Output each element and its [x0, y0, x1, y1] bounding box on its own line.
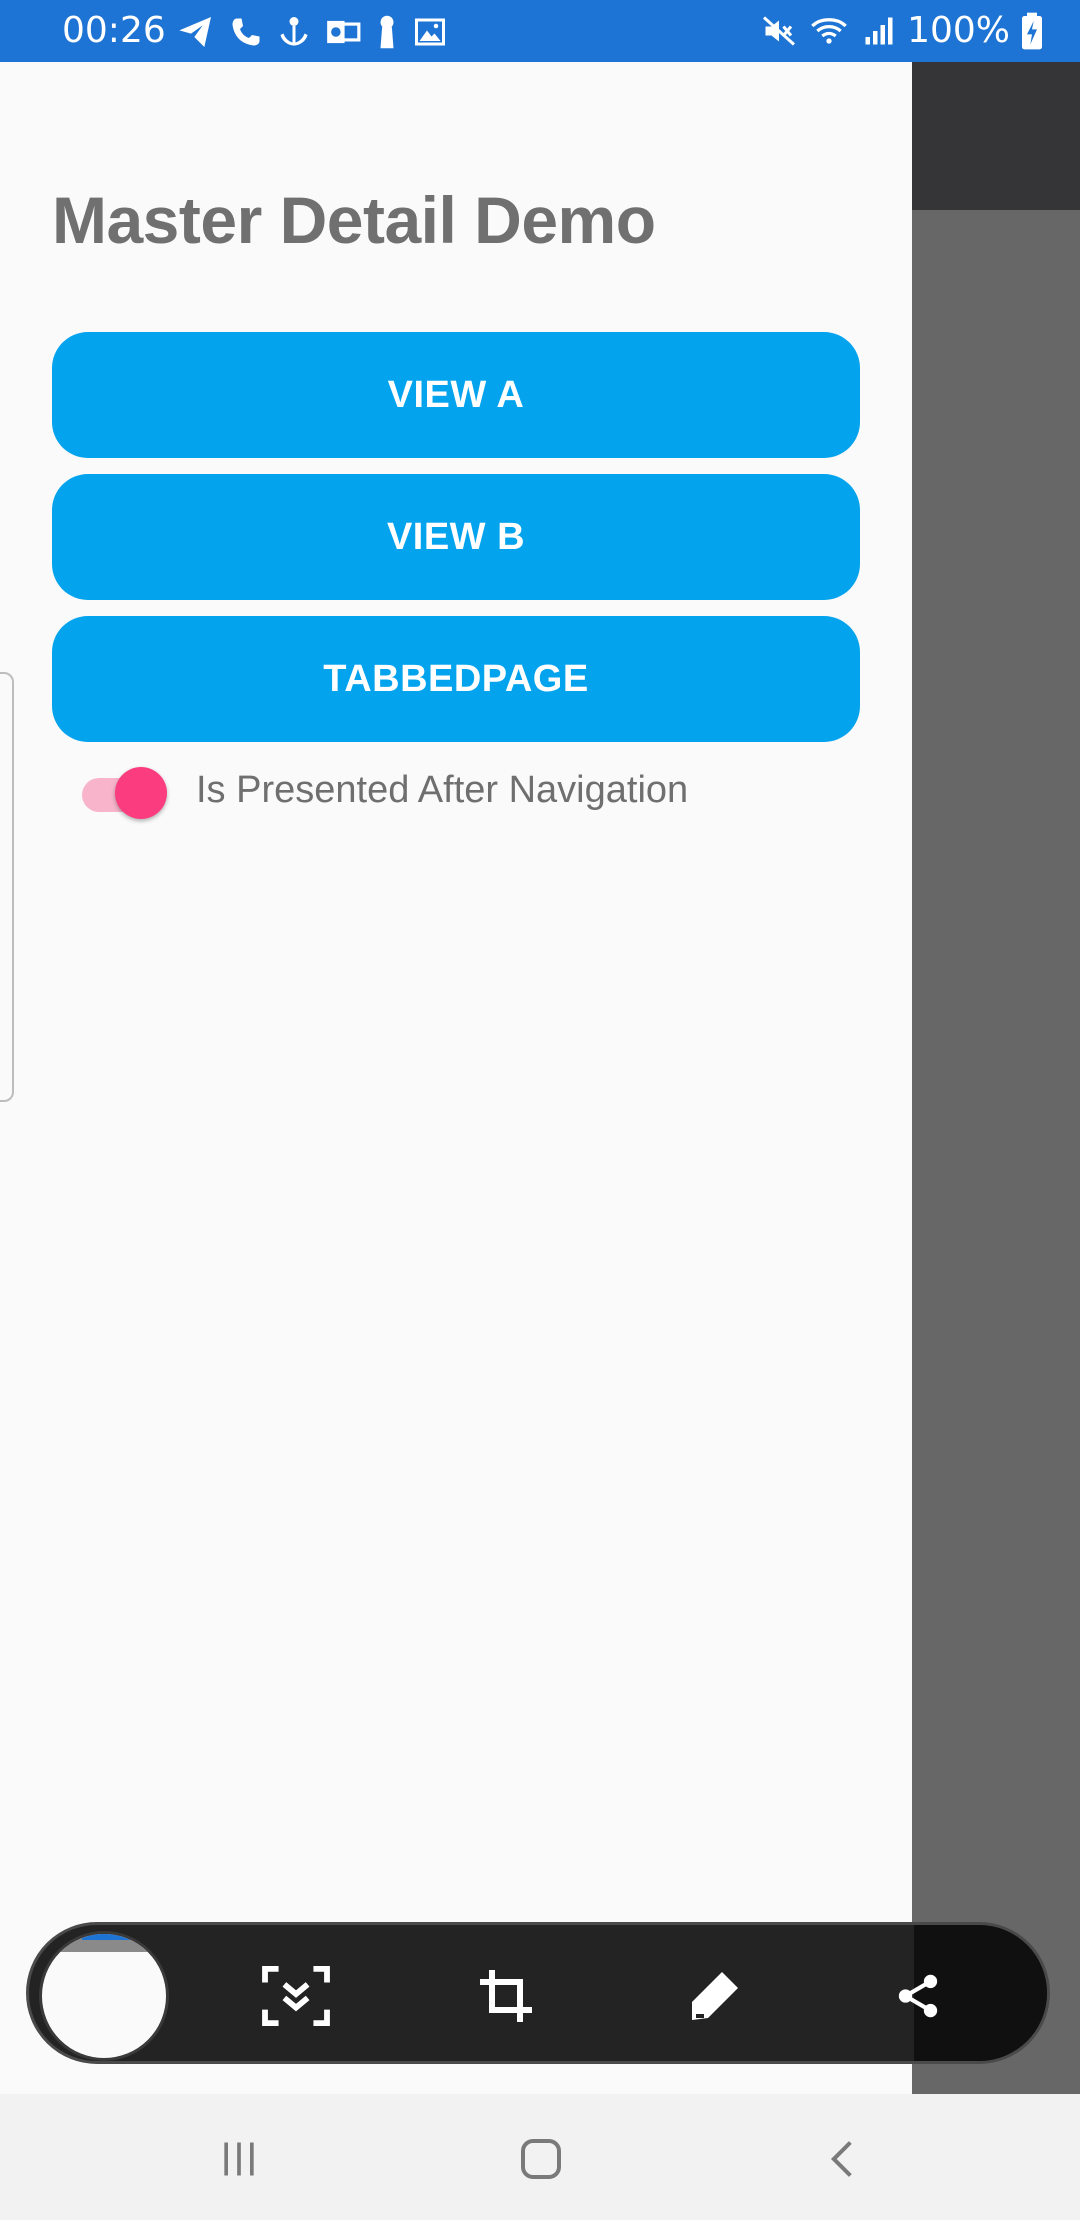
outlook-icon	[324, 12, 362, 52]
status-time: 00:26	[62, 10, 166, 51]
scroll-capture-icon[interactable]	[259, 1959, 333, 2033]
back-icon[interactable]	[808, 2124, 878, 2194]
status-bar: 00:26 100%	[0, 0, 1080, 62]
notification-icons	[176, 12, 448, 52]
presented-after-navigation-label: Is Presented After Navigation	[196, 768, 689, 811]
view-b-button[interactable]: VIEW B	[52, 474, 860, 600]
navigation-bar	[0, 2094, 1080, 2220]
master-drawer: Master Detail Demo VIEW A VIEW B TABBEDP…	[0, 62, 912, 2094]
drawer-title: Master Detail Demo	[52, 183, 656, 257]
tabbedpage-button[interactable]: TABBEDPAGE	[52, 616, 860, 742]
thumbnail-statusbar	[82, 1934, 142, 1940]
switch-thumb	[115, 767, 167, 819]
presented-after-navigation-row: Is Presented After Navigation	[82, 764, 689, 819]
system-icons: 100%	[761, 10, 1044, 51]
keyhole-icon	[374, 12, 400, 52]
home-icon[interactable]	[506, 2124, 576, 2194]
signal-icon	[861, 11, 897, 51]
presented-after-navigation-switch[interactable]	[82, 764, 168, 819]
drawer-scrim[interactable]	[912, 62, 1080, 2094]
battery-percent: 100%	[907, 10, 1010, 51]
detail-app-bar	[912, 62, 1080, 210]
image-icon	[412, 12, 448, 52]
draw-icon[interactable]	[677, 1959, 751, 2033]
battery-charging-icon	[1020, 11, 1044, 51]
recents-icon[interactable]	[204, 2124, 274, 2194]
mute-icon	[761, 11, 797, 51]
edge-panel-handle[interactable]	[0, 672, 14, 1102]
anchor-icon	[276, 12, 312, 52]
share-icon[interactable]	[881, 1959, 955, 2033]
phone-icon	[228, 12, 264, 52]
crop-icon[interactable]	[469, 1959, 543, 2033]
telegram-icon	[176, 12, 216, 52]
wifi-icon	[807, 11, 851, 51]
view-a-button[interactable]: VIEW A	[52, 332, 860, 458]
screenshot-toolbar	[26, 1922, 1050, 2064]
screenshot-thumbnail[interactable]	[39, 1931, 169, 2061]
